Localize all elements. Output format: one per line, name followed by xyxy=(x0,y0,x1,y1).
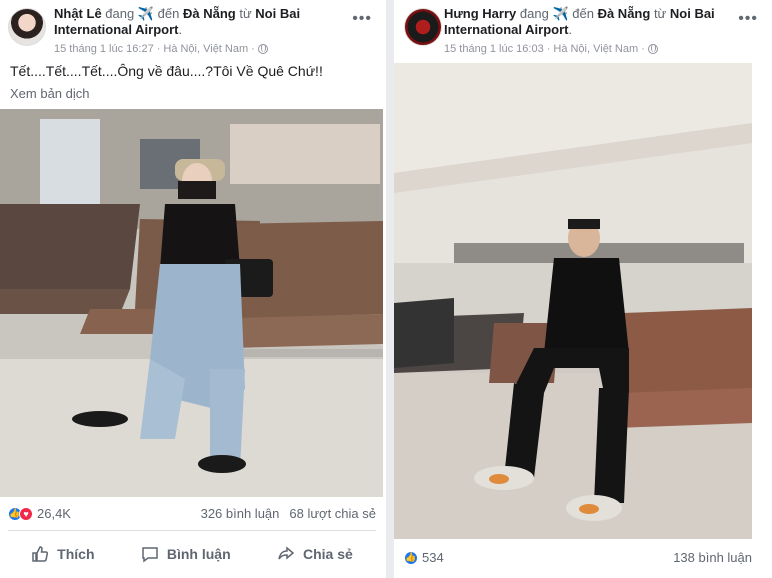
post-title: Hưng Harry đang ✈️ đến Đà Nẵng từ Noi Ba… xyxy=(444,6,732,57)
post-header: Nhật Lê đang ✈️ đến Đà Nẵng từ Noi Bai I… xyxy=(0,0,386,60)
share-icon xyxy=(278,546,295,560)
timestamp[interactable]: 15 tháng 1 lúc 16:03 xyxy=(444,41,544,57)
reaction-count[interactable]: 534 xyxy=(422,550,444,565)
post-meta: 15 tháng 1 lúc 16:03 · Hà Nội, Việt Nam … xyxy=(444,41,732,57)
post-card-right: Hưng Harry đang ✈️ đến Đà Nẵng từ Noi Ba… xyxy=(394,0,772,578)
avatar[interactable] xyxy=(8,8,46,46)
avatar[interactable] xyxy=(404,8,442,46)
comment-icon xyxy=(142,547,158,563)
post-photo[interactable] xyxy=(394,63,752,539)
like-button[interactable]: Thích xyxy=(31,545,95,563)
comment-count[interactable]: 138 bình luận xyxy=(673,550,752,565)
from-label: từ xyxy=(239,6,252,21)
love-reaction-icon: ♥ xyxy=(19,506,33,521)
post-header: Hưng Harry đang ✈️ đến Đà Nẵng từ Noi Ba… xyxy=(394,0,772,60)
like-reaction-icon: 👍 xyxy=(404,550,418,565)
timestamp[interactable]: 15 tháng 1 lúc 16:27 xyxy=(54,41,154,57)
like-label: Thích xyxy=(57,546,95,562)
comment-label: Bình luận xyxy=(166,546,231,562)
more-options-icon[interactable]: ••• xyxy=(352,10,372,28)
comment-button[interactable]: Bình luận xyxy=(141,545,231,563)
action-bar: Thích Bình luận Chia sẻ xyxy=(8,536,376,572)
reaction-bar: 👍 ♥ 26,4K 326 bình luận 68 lượt chia sẻ xyxy=(8,506,376,521)
reaction-bar: 👍 534 138 bình luận xyxy=(404,550,752,565)
author-name[interactable]: Nhật Lê xyxy=(54,6,102,21)
post-card-left: Nhật Lê đang ✈️ đến Đà Nẵng từ Noi Bai I… xyxy=(0,0,386,578)
divider xyxy=(8,530,376,531)
destination-link[interactable]: Đà Nẵng xyxy=(598,6,651,21)
post-title: Nhật Lê đang ✈️ đến Đà Nẵng từ Noi Bai I… xyxy=(54,6,346,57)
airplane-icon: ✈️ xyxy=(552,6,569,21)
share-button[interactable]: Chia sẻ xyxy=(277,545,353,563)
airplane-icon: ✈️ xyxy=(137,6,155,21)
post-meta: 15 tháng 1 lúc 16:27 · Hà Nội, Việt Nam … xyxy=(54,41,346,57)
globe-icon xyxy=(257,44,268,54)
more-options-icon[interactable]: ••• xyxy=(738,10,758,28)
post-photo[interactable] xyxy=(0,109,383,497)
to-label: đến xyxy=(572,6,594,21)
globe-icon xyxy=(647,44,658,54)
destination-link[interactable]: Đà Nẵng xyxy=(183,6,236,21)
reaction-count[interactable]: 26,4K xyxy=(37,506,71,521)
verb-text: đang xyxy=(519,6,549,21)
share-label: Chia sẻ xyxy=(302,546,353,562)
location[interactable]: Hà Nội, Việt Nam xyxy=(163,41,248,57)
share-count[interactable]: 68 lượt chia sẻ xyxy=(289,506,376,521)
verb-text: đang xyxy=(105,6,135,21)
location[interactable]: Hà Nội, Việt Nam xyxy=(553,41,638,57)
see-translation-link[interactable]: Xem bản dịch xyxy=(0,86,386,101)
to-label: đến xyxy=(157,6,180,21)
from-label: từ xyxy=(653,6,667,21)
author-name[interactable]: Hưng Harry xyxy=(444,6,516,21)
comment-count[interactable]: 326 bình luận xyxy=(201,506,280,521)
status-text: Tết....Tết....Tết....Ông về đâu....?Tôi … xyxy=(10,63,323,79)
thumbs-up-icon xyxy=(32,546,49,562)
